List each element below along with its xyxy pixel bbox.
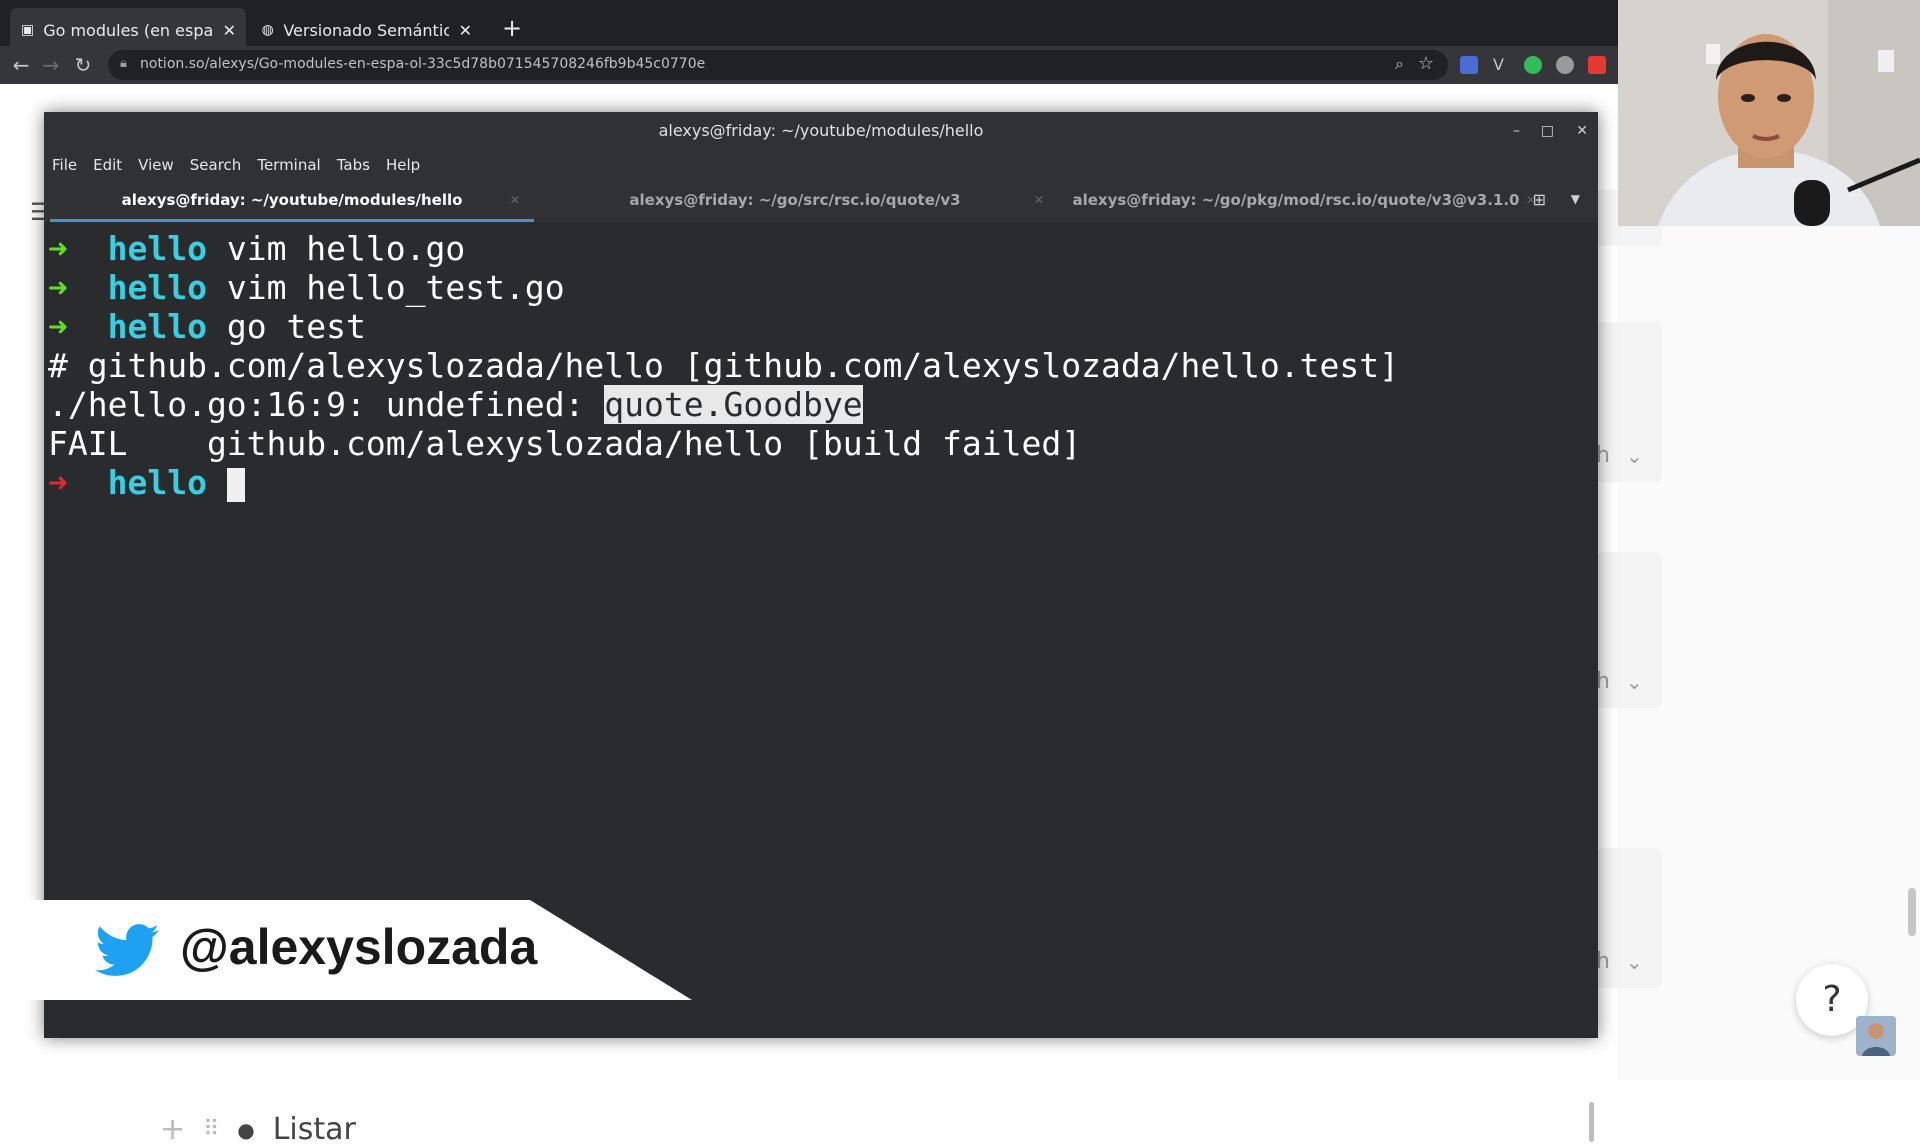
reload-icon[interactable]: ↻ bbox=[70, 52, 96, 78]
menu-edit[interactable]: Edit bbox=[85, 150, 130, 180]
green-extension-icon[interactable] bbox=[1524, 56, 1542, 74]
close-tab-icon[interactable]: ✕ bbox=[459, 21, 472, 40]
webcam-person-image bbox=[1618, 0, 1920, 226]
menu-help[interactable]: Help bbox=[378, 150, 428, 180]
twitter-bird-icon bbox=[95, 924, 159, 976]
bookmark-star-icon[interactable]: ☆ bbox=[1418, 53, 1434, 74]
terminal-menubar: File Edit View Search Terminal Tabs Help bbox=[44, 150, 1598, 180]
menu-tabs[interactable]: Tabs bbox=[329, 150, 378, 180]
chevron-down-icon[interactable]: ⌄ bbox=[1626, 670, 1643, 694]
close-tab-icon[interactable]: ✕ bbox=[223, 21, 236, 40]
terminal-title: alexys@friday: ~/youtube/modules/hello bbox=[44, 112, 1598, 150]
browser-toolbar: ← → ↻ 🔒︎ notion.so/alexys/Go-modules-en-… bbox=[0, 46, 1618, 84]
terminal-line: # github.com/alexyslozada/hello [github.… bbox=[48, 346, 1400, 385]
back-icon[interactable]: ← bbox=[8, 52, 34, 78]
terminal-line: ➜ hello go test bbox=[48, 307, 366, 346]
terminal-line: ➜ hello vim hello_test.go bbox=[48, 268, 565, 307]
terminal-scrollbar[interactable] bbox=[1589, 1102, 1594, 1142]
terminal-line: ./hello.go:16:9: undefined: quote.Goodby… bbox=[48, 385, 863, 424]
red-extension-icon[interactable] bbox=[1588, 56, 1606, 74]
menu-terminal[interactable]: Terminal bbox=[249, 150, 328, 180]
page-scrollbar[interactable] bbox=[1908, 888, 1916, 936]
prompt-arrow-icon: ➜ bbox=[48, 268, 68, 307]
chevron-down-icon[interactable]: ⌄ bbox=[1626, 950, 1643, 974]
menu-file[interactable]: File bbox=[44, 150, 85, 180]
vue-extension-icon[interactable]: V bbox=[1493, 56, 1511, 74]
terminal-tab-quote-v3[interactable]: alexys@friday: ~/go/src/rsc.io/quote/v3 … bbox=[538, 180, 1052, 222]
terminal-tab-pkg-mod[interactable]: alexys@friday: ~/go/pkg/mod/rsc.io/quote… bbox=[1056, 180, 1536, 222]
extension-icon[interactable] bbox=[1556, 56, 1574, 74]
terminal-tab-hello[interactable]: alexys@friday: ~/youtube/modules/hello ✕ bbox=[50, 180, 534, 222]
close-tab-icon[interactable]: ✕ bbox=[510, 180, 520, 220]
tab-label: alexys@friday: ~/youtube/modules/hello bbox=[121, 191, 463, 209]
browser-tab-bar: ▣ Go modules (en español) ✕ ◍ Versionado… bbox=[0, 0, 1618, 52]
terminal-prompt-line: ➜ hello bbox=[48, 463, 245, 502]
prompt-arrow-icon: ➜ bbox=[48, 229, 68, 268]
notion-card[interactable]: h ⌄ bbox=[1596, 552, 1662, 708]
twitter-handle: @alexyslozada bbox=[180, 919, 538, 975]
tab-label: Versionado Semántico 2 bbox=[283, 20, 449, 40]
address-bar[interactable]: 🔒︎ notion.so/alexys/Go-modules-en-espa-o… bbox=[108, 50, 1448, 80]
tabs-dropdown-icon[interactable]: ▼ bbox=[1571, 192, 1580, 206]
menu-view[interactable]: View bbox=[130, 150, 182, 180]
webcam-video bbox=[1618, 0, 1920, 226]
forward-icon[interactable]: → bbox=[38, 52, 64, 78]
bullet-icon: ● bbox=[237, 1117, 255, 1142]
tab-label: Go modules (en español) bbox=[43, 20, 213, 40]
minimize-icon[interactable]: – bbox=[1513, 112, 1520, 150]
globe-icon: ◍ bbox=[261, 22, 274, 38]
chevron-down-icon[interactable]: ⌄ bbox=[1626, 444, 1643, 468]
tab-label: alexys@friday: ~/go/pkg/mod/rsc.io/quote… bbox=[1072, 191, 1520, 209]
add-block-icon[interactable]: + bbox=[160, 1112, 185, 1147]
notion-list-row: + ⠿ ● Listar bbox=[160, 1112, 356, 1147]
list-item-text[interactable]: Listar bbox=[273, 1112, 356, 1147]
close-icon[interactable]: ✕ bbox=[1576, 112, 1588, 150]
maximize-icon[interactable]: □ bbox=[1541, 112, 1554, 150]
close-tab-icon[interactable]: ✕ bbox=[1034, 180, 1044, 220]
terminal-tabs: alexys@friday: ~/youtube/modules/hello ✕… bbox=[44, 180, 1598, 222]
zoom-icon[interactable]: ⌕ bbox=[1395, 54, 1404, 74]
terminal-cursor bbox=[226, 467, 245, 502]
avatar[interactable] bbox=[1856, 1016, 1896, 1056]
selected-text[interactable]: quote.Goodbye bbox=[604, 385, 863, 424]
notion-card[interactable]: h ⌄ bbox=[1596, 322, 1662, 482]
lock-icon[interactable]: 🔒︎ bbox=[120, 56, 127, 71]
new-tab-button[interactable]: + bbox=[498, 14, 526, 42]
tab-label: alexys@friday: ~/go/src/rsc.io/quote/v3 bbox=[629, 191, 961, 209]
new-terminal-tab-icon[interactable]: ⊞ bbox=[1533, 190, 1546, 209]
twitter-overlay: @alexyslozada bbox=[0, 900, 700, 1000]
terminal-line: ➜ hello vim hello.go bbox=[48, 229, 466, 268]
terminal-line: FAIL github.com/alexyslozada/hello [buil… bbox=[48, 424, 1082, 463]
prompt-arrow-icon: ➜ bbox=[48, 307, 68, 346]
drag-handle-icon[interactable]: ⠿ bbox=[203, 1117, 219, 1142]
menu-search[interactable]: Search bbox=[182, 150, 250, 180]
translate-extension-icon[interactable] bbox=[1460, 56, 1478, 74]
notion-card[interactable]: h ⌄ bbox=[1596, 848, 1662, 988]
prompt-arrow-icon: ➜ bbox=[48, 463, 68, 502]
url-text[interactable]: notion.so/alexys/Go-modules-en-espa-ol-3… bbox=[140, 56, 705, 72]
notion-icon: ▣ bbox=[20, 22, 35, 38]
